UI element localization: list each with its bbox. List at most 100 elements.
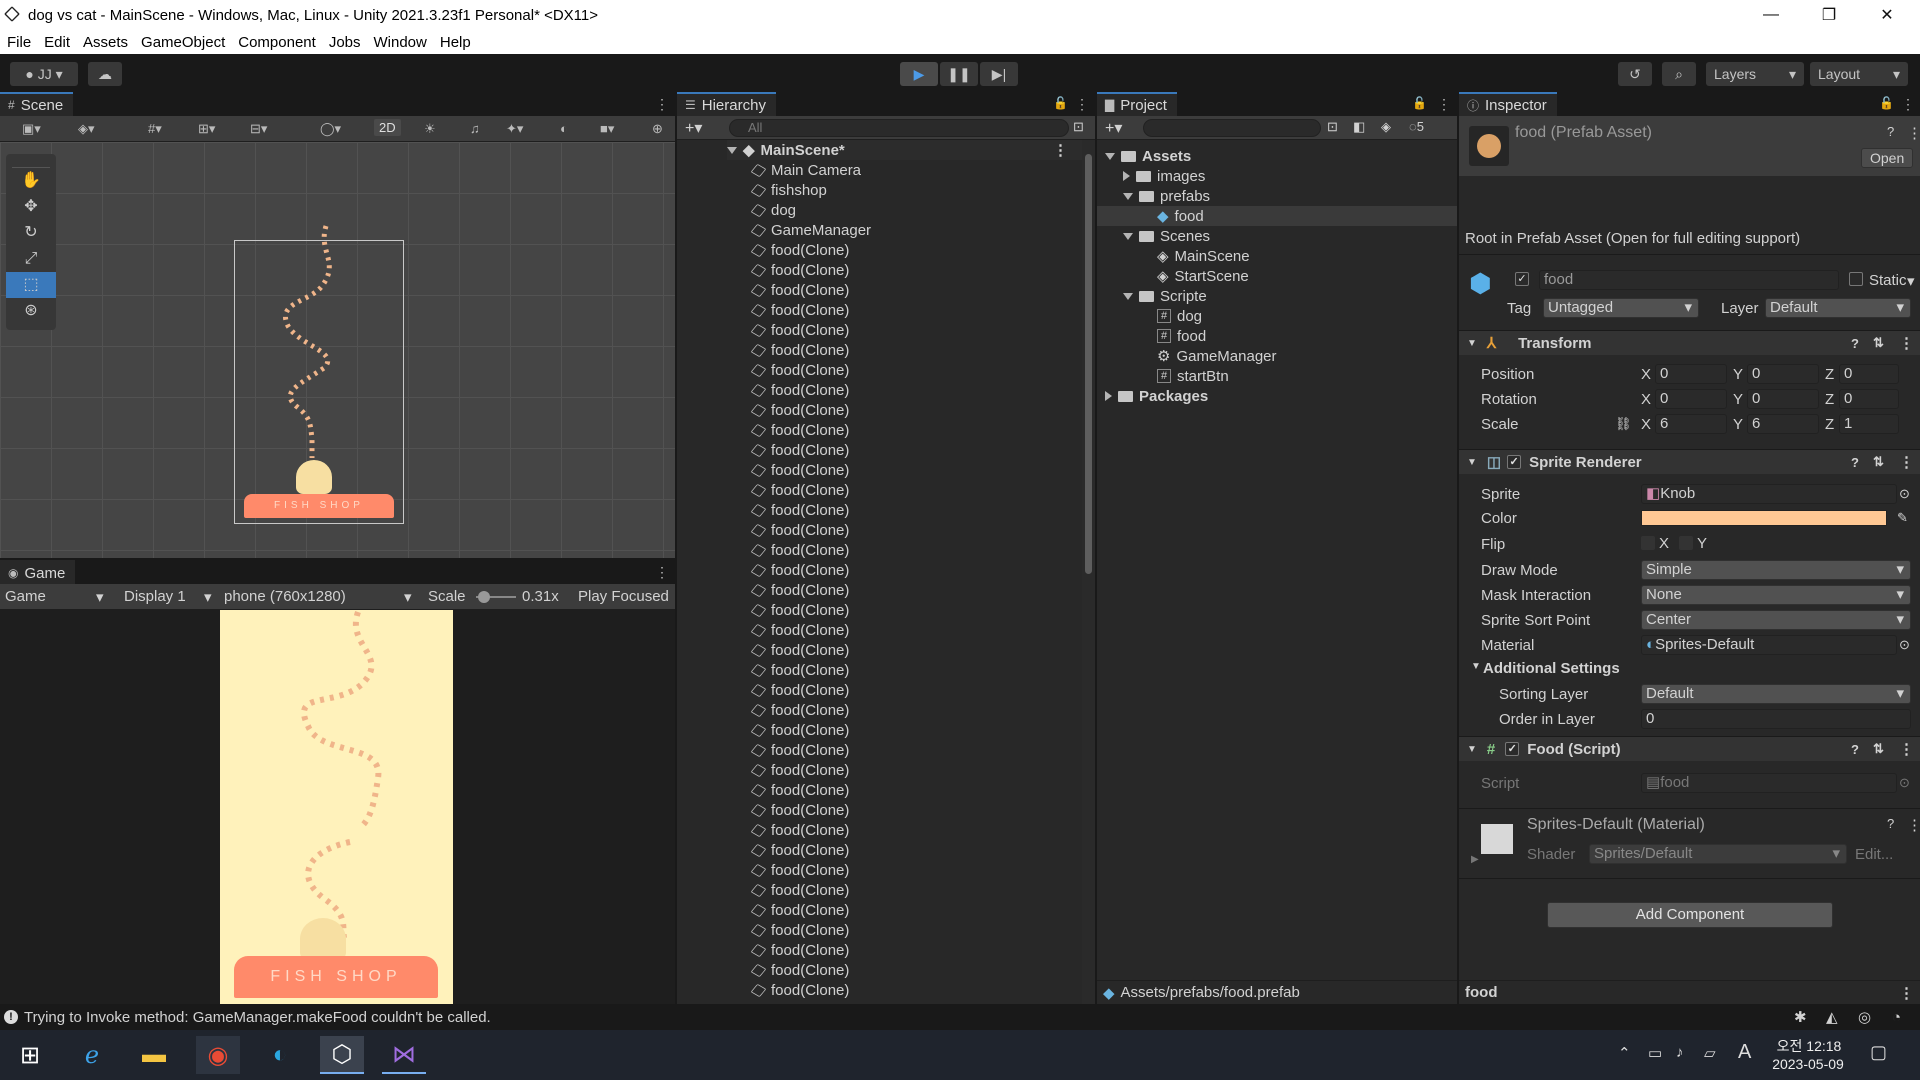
- hierarchy-item-food-clone[interactable]: food(Clone): [750, 240, 849, 260]
- increment-snap-icon[interactable]: ⊟▾: [250, 121, 267, 137]
- lock-icon[interactable]: 🔓: [1879, 96, 1894, 110]
- scale-z-field[interactable]: 1: [1839, 414, 1899, 434]
- hand-tool-icon[interactable]: ✋: [6, 168, 56, 194]
- hierarchy-item-food-clone[interactable]: food(Clone): [750, 380, 849, 400]
- hierarchy-item[interactable]: GameManager: [750, 220, 871, 240]
- network-icon[interactable]: ▱: [1704, 1044, 1716, 1062]
- transform-header[interactable]: ▼ ⅄ Transform ? ⇅ ⋮: [1459, 330, 1920, 355]
- hierarchy-item-food-clone[interactable]: food(Clone): [750, 600, 849, 620]
- scale-x-field[interactable]: 6: [1655, 414, 1727, 434]
- project-item[interactable]: # dog: [1097, 306, 1457, 326]
- search-scope-icon[interactable]: ⊡: [1073, 119, 1084, 135]
- hierarchy-item-food-clone[interactable]: food(Clone): [750, 800, 849, 820]
- cache-server-icon[interactable]: ◎: [1858, 1008, 1871, 1026]
- material-field[interactable]: ◐Sprites-Default: [1641, 635, 1897, 655]
- hierarchy-item-food-clone[interactable]: food(Clone): [750, 740, 849, 760]
- hierarchy-scrollbar[interactable]: [1082, 140, 1095, 1004]
- debug-mode-icon[interactable]: ✱: [1794, 1008, 1807, 1026]
- foldout-arrow-icon[interactable]: ▼: [1471, 661, 1481, 672]
- kebab-menu-icon[interactable]: ⋮: [655, 96, 669, 113]
- transform-tool-icon[interactable]: ⊛: [6, 298, 56, 324]
- preset-icon[interactable]: ⇅: [1873, 335, 1884, 351]
- project-item[interactable]: # startBtn: [1097, 366, 1457, 386]
- hierarchy-item-food-clone[interactable]: food(Clone): [750, 300, 849, 320]
- hierarchy-item-food-clone[interactable]: food(Clone): [750, 820, 849, 840]
- edge-icon[interactable]: ◐: [258, 1036, 302, 1074]
- kebab-menu-icon[interactable]: ⋮: [1075, 96, 1089, 113]
- play-mode-dropdown[interactable]: Play Focused: [578, 588, 669, 605]
- kebab-menu-icon[interactable]: ⋮: [655, 564, 669, 581]
- hierarchy-item-food-clone[interactable]: food(Clone): [750, 400, 849, 420]
- orientation-icon[interactable]: ◯▾: [320, 121, 341, 137]
- help-icon[interactable]: ?: [1851, 455, 1859, 470]
- chrome-icon[interactable]: ◉: [196, 1036, 240, 1074]
- expand-arrow-icon[interactable]: [1123, 232, 1133, 240]
- menu-jobs[interactable]: Jobs: [329, 34, 361, 51]
- position-z-field[interactable]: 0: [1839, 364, 1899, 384]
- hierarchy-item[interactable]: dog: [750, 200, 796, 220]
- food-script-enabled-checkbox[interactable]: ✓: [1505, 742, 1520, 756]
- collapse-arrow-icon[interactable]: [1105, 391, 1112, 401]
- sprite-renderer-header[interactable]: ▼ ◫ ✓ Sprite Renderer ? ⇅ ⋮: [1459, 449, 1920, 474]
- tray-chevron-up-icon[interactable]: ⌃: [1618, 1044, 1631, 1062]
- position-y-field[interactable]: 0: [1747, 364, 1819, 384]
- food-script-header[interactable]: ▼ # ✓ Food (Script) ? ⇅ ⋮: [1459, 736, 1920, 761]
- internet-explorer-icon[interactable]: ℯ: [70, 1036, 114, 1074]
- cloud-button[interactable]: ☁: [88, 62, 122, 86]
- kebab-menu-icon[interactable]: ⋮: [1899, 334, 1914, 352]
- audio-icon[interactable]: ♫: [470, 121, 480, 136]
- visual-studio-icon[interactable]: ⋈: [382, 1036, 426, 1074]
- hidden-objects-icon[interactable]: ◐: [560, 121, 568, 136]
- chevron-down-icon[interactable]: ▾: [1907, 272, 1915, 290]
- kebab-menu-icon[interactable]: ⋮: [1899, 984, 1914, 1002]
- project-item[interactable]: ◈ MainScene: [1097, 246, 1457, 266]
- game-viewport[interactable]: FISH SHOP: [0, 610, 675, 1004]
- hierarchy-item-food-clone[interactable]: food(Clone): [750, 280, 849, 300]
- hierarchy-item-food-clone[interactable]: food(Clone): [750, 900, 849, 920]
- game-view-dropdown[interactable]: Game: [5, 588, 46, 605]
- sorting-layer-dropdown[interactable]: Default ▾: [1641, 684, 1911, 704]
- active-checkbox[interactable]: ✓: [1515, 272, 1529, 286]
- scene-viewport[interactable]: FISH SHOP: [0, 142, 675, 558]
- eyedropper-icon[interactable]: ✎: [1897, 510, 1908, 526]
- rect-tool-icon[interactable]: ⬚: [6, 272, 56, 298]
- project-item[interactable]: images: [1097, 166, 1457, 186]
- hierarchy-item[interactable]: Main Camera: [750, 160, 861, 180]
- additional-settings-foldout[interactable]: Additional Settings: [1483, 660, 1620, 677]
- help-icon[interactable]: ?: [1851, 742, 1859, 757]
- sprite-field[interactable]: ◧Knob: [1641, 484, 1897, 504]
- hierarchy-search-input[interactable]: All: [729, 119, 1069, 137]
- search-button[interactable]: ⌕: [1662, 62, 1696, 86]
- create-button[interactable]: +▾: [685, 118, 702, 138]
- object-picker-icon[interactable]: ⊙: [1899, 637, 1910, 653]
- hierarchy-item-food-clone[interactable]: food(Clone): [750, 720, 849, 740]
- project-item[interactable]: Scenes: [1097, 226, 1457, 246]
- static-checkbox[interactable]: [1849, 272, 1863, 286]
- help-icon[interactable]: ?: [1887, 816, 1894, 831]
- kebab-menu-icon[interactable]: ⋮: [1053, 141, 1068, 159]
- lock-icon[interactable]: 🔓: [1412, 96, 1427, 110]
- tag-dropdown[interactable]: Untagged ▾: [1543, 298, 1699, 318]
- menu-help[interactable]: Help: [440, 34, 471, 51]
- help-icon[interactable]: ?: [1851, 336, 1859, 351]
- scale-tool-icon[interactable]: ⤢: [6, 246, 56, 272]
- grid-visibility-icon[interactable]: ⊞▾: [198, 121, 215, 137]
- resolution-dropdown[interactable]: phone (760x1280): [224, 588, 346, 605]
- help-icon[interactable]: ?: [1887, 124, 1894, 139]
- windows-start-icon[interactable]: ⊞: [8, 1036, 52, 1074]
- kebab-menu-icon[interactable]: ⋮: [1899, 740, 1914, 758]
- project-item[interactable]: ⚙ GameManager: [1097, 346, 1457, 366]
- foldout-arrow-icon[interactable]: ▶: [1471, 854, 1479, 865]
- preset-icon[interactable]: ⇅: [1873, 454, 1884, 470]
- hierarchy-item-food-clone[interactable]: food(Clone): [750, 500, 849, 520]
- undo-history-button[interactable]: ↺: [1618, 62, 1652, 86]
- hierarchy-item-food-clone[interactable]: food(Clone): [750, 700, 849, 720]
- file-explorer-icon[interactable]: ▬: [132, 1036, 176, 1074]
- tab-game[interactable]: ◉ Game: [0, 560, 76, 584]
- ime-indicator[interactable]: A: [1738, 1041, 1751, 1064]
- menu-edit[interactable]: Edit: [44, 34, 70, 51]
- project-item[interactable]: # food: [1097, 326, 1457, 346]
- hierarchy-item-food-clone[interactable]: food(Clone): [750, 920, 849, 940]
- progress-icon[interactable]: ◔: [1892, 1009, 1901, 1026]
- console-message[interactable]: Trying to Invoke method: GameManager.mak…: [24, 1009, 491, 1026]
